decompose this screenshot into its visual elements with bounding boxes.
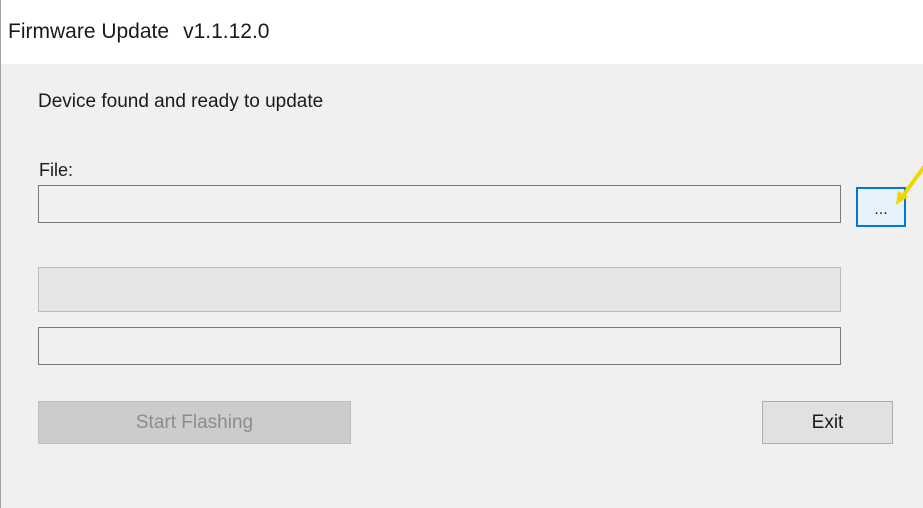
- file-path-input[interactable]: [38, 185, 841, 223]
- window-title: Firmware Update v1.1.12.0: [8, 20, 269, 44]
- status-message: Device found and ready to update: [38, 91, 324, 112]
- arrow-pointer-icon: [896, 165, 923, 205]
- window-title-text: Firmware Update: [8, 20, 170, 43]
- firmware-update-window: Firmware Update v1.1.12.0 Device found an…: [0, 0, 923, 508]
- window-version: v1.1.12.0: [183, 20, 270, 43]
- exit-button[interactable]: Exit: [762, 401, 893, 444]
- flash-progress-bar: [38, 267, 841, 312]
- title-bar: Firmware Update v1.1.12.0: [1, 0, 923, 64]
- file-label: File:: [39, 160, 74, 180]
- status-output-box: [38, 327, 841, 365]
- dialog-content: Device found and ready to update File: .…: [1, 64, 923, 508]
- start-flashing-button[interactable]: Start Flashing: [38, 401, 351, 444]
